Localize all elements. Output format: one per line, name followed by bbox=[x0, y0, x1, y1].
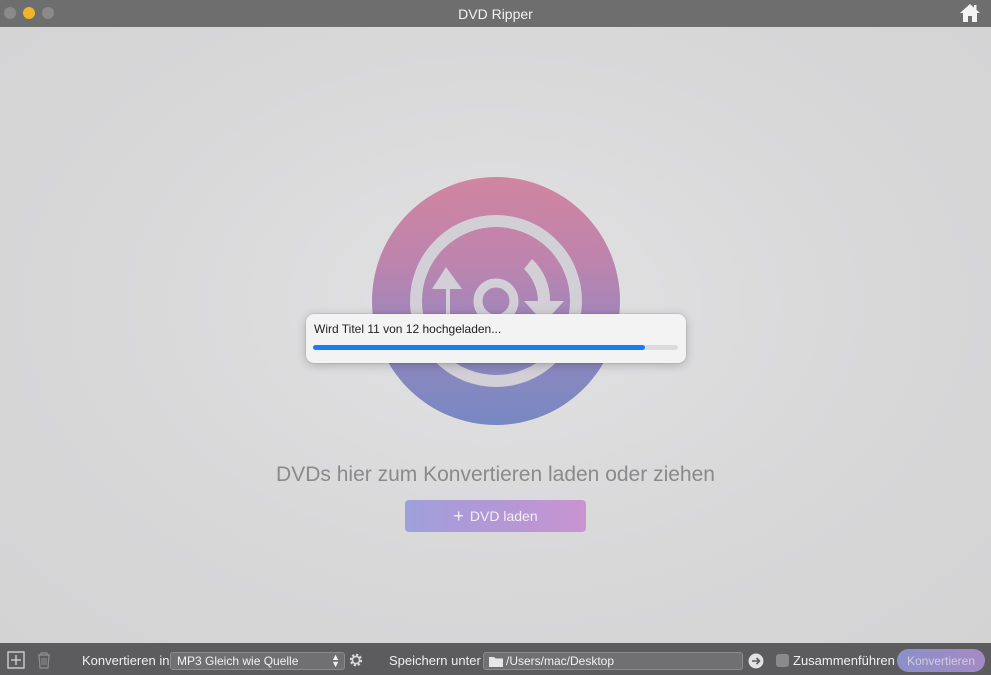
title-bar: DVD Ripper bbox=[0, 0, 991, 27]
delete-file-button[interactable] bbox=[36, 651, 54, 669]
arrow-right-circle-icon bbox=[748, 653, 764, 669]
format-settings-button[interactable] bbox=[348, 652, 366, 670]
output-path-field[interactable]: /Users/mac/Desktop bbox=[483, 652, 743, 670]
add-file-button[interactable] bbox=[7, 651, 25, 669]
progress-message: Wird Titel 11 von 12 hochgeladen... bbox=[314, 322, 502, 336]
upload-progress-dialog: Wird Titel 11 von 12 hochgeladen... bbox=[306, 314, 686, 363]
plus-square-icon bbox=[7, 651, 25, 669]
plus-icon: + bbox=[453, 506, 464, 526]
convert-button[interactable]: Konvertieren bbox=[897, 649, 985, 672]
zoom-window-button[interactable] bbox=[42, 7, 54, 19]
home-icon bbox=[960, 4, 980, 22]
output-format-value: MP3 Gleich wie Quelle bbox=[177, 654, 299, 668]
load-dvd-label: DVD laden bbox=[469, 508, 538, 524]
minimize-window-button[interactable] bbox=[23, 7, 35, 19]
open-folder-button[interactable] bbox=[748, 653, 766, 671]
progress-bar bbox=[313, 345, 678, 350]
merge-label: Zusammenführen bbox=[793, 653, 895, 668]
output-path-value: /Users/mac/Desktop bbox=[506, 654, 615, 668]
save-to-label: Speichern unter bbox=[389, 653, 481, 668]
merge-checkbox[interactable] bbox=[776, 654, 789, 667]
home-button[interactable] bbox=[959, 3, 981, 23]
bottom-toolbar: Konvertieren in MP3 Gleich wie Quelle ▲ ▼… bbox=[0, 643, 991, 675]
gear-icon bbox=[349, 653, 363, 667]
convert-to-label: Konvertieren in bbox=[82, 653, 170, 668]
close-window-button[interactable] bbox=[4, 7, 16, 19]
drop-instruction: DVDs hier zum Konvertieren laden oder zi… bbox=[276, 463, 715, 486]
window-title: DVD Ripper bbox=[458, 5, 533, 22]
folder-icon bbox=[489, 657, 503, 667]
progress-bar-fill bbox=[313, 345, 646, 350]
select-arrows-icon: ▲ ▼ bbox=[331, 652, 340, 669]
convert-cycle-icon bbox=[410, 215, 582, 387]
trash-icon bbox=[38, 652, 50, 669]
load-dvd-button[interactable]: + DVD laden bbox=[405, 500, 586, 532]
output-format-select[interactable]: MP3 Gleich wie Quelle ▲ ▼ bbox=[170, 652, 345, 670]
dvd-disc-illustration bbox=[372, 177, 620, 425]
window-controls bbox=[4, 7, 54, 19]
